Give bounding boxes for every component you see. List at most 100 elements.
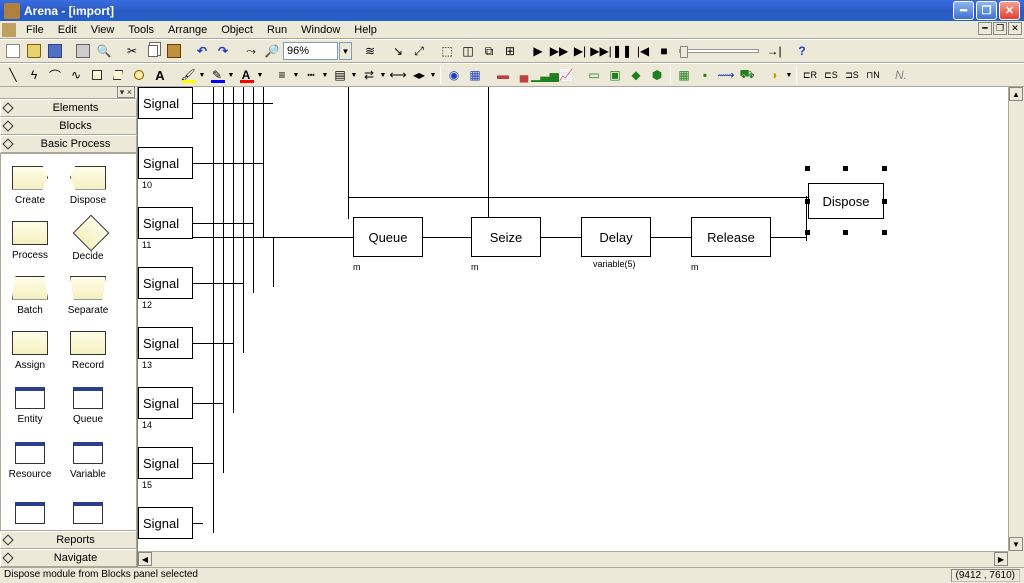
signal-block[interactable]: Signal xyxy=(138,387,193,419)
animate-clock-icon[interactable]: ◉ xyxy=(444,65,464,85)
menu-arrange[interactable]: Arrange xyxy=(161,21,214,38)
minimize-button[interactable]: ━ xyxy=(953,1,974,20)
animate-queue-icon[interactable]: ▭ xyxy=(584,65,604,85)
menu-window[interactable]: Window xyxy=(294,21,347,38)
new-button[interactable] xyxy=(3,41,23,61)
module-decide[interactable]: Decide xyxy=(59,213,117,268)
zoom-input[interactable]: 96% xyxy=(283,42,338,60)
align-r-button[interactable]: ⊐S xyxy=(842,65,862,85)
menu-help[interactable]: Help xyxy=(347,21,384,38)
animate-date-icon[interactable]: ▦ xyxy=(465,65,485,85)
scroll-up-button[interactable]: ▲ xyxy=(1009,87,1023,101)
signal-block[interactable]: Signal xyxy=(138,87,193,119)
arrow-style-button[interactable]: ⇄▼ xyxy=(359,65,387,85)
arc-tool[interactable]: ⌒ xyxy=(45,65,65,85)
step-button[interactable]: ▶| xyxy=(570,41,590,61)
animate-hist-icon[interactable]: ▁▃▅ xyxy=(535,65,555,85)
animate-plot-icon[interactable]: 📈 xyxy=(556,65,576,85)
menu-tools[interactable]: Tools xyxy=(121,21,161,38)
print-preview-button[interactable]: 🔍 xyxy=(94,41,114,61)
signal-block[interactable]: Signal xyxy=(138,147,193,179)
box-tool[interactable] xyxy=(87,65,107,85)
text-tool[interactable]: A xyxy=(150,65,170,85)
copy-button[interactable] xyxy=(143,41,163,61)
mdi-restore-button[interactable]: ❐ xyxy=(993,22,1007,35)
polygon-tool[interactable] xyxy=(108,65,128,85)
pause-button[interactable]: ❚❚ xyxy=(612,41,632,61)
module-extra1[interactable] xyxy=(1,488,59,531)
module-queue[interactable]: Queue xyxy=(59,378,117,433)
mdi-close-button[interactable]: ✕ xyxy=(1008,22,1022,35)
link-button[interactable]: ⧉ xyxy=(479,41,499,61)
menu-object[interactable]: Object xyxy=(214,21,260,38)
scroll-left-button[interactable]: ◀ xyxy=(138,552,152,566)
module-entity[interactable]: Entity xyxy=(1,378,59,433)
menu-view[interactable]: View xyxy=(84,21,122,38)
maximize-button[interactable]: ❐ xyxy=(976,1,997,20)
goto-button[interactable]: →| xyxy=(764,41,784,61)
module-assign[interactable]: Assign xyxy=(1,323,59,378)
module-extra2[interactable] xyxy=(59,488,117,531)
module-resource[interactable]: Resource xyxy=(1,433,59,488)
ellipse-tool[interactable] xyxy=(129,65,149,85)
animate-seize-icon[interactable]: ◆ xyxy=(626,65,646,85)
model-canvas[interactable]: Signal Signal 10 Signal 11 Signal 12 Sig… xyxy=(138,87,1008,551)
signal-block[interactable]: Signal xyxy=(138,207,193,239)
polyline-tool[interactable]: ϟ xyxy=(24,65,44,85)
queue-block[interactable]: Queue xyxy=(353,217,423,257)
module-record[interactable]: Record xyxy=(59,323,117,378)
projectbar-close-button[interactable]: ▾ × xyxy=(117,86,135,98)
line-style-button[interactable]: ┅▼ xyxy=(301,65,329,85)
vertical-scrollbar[interactable]: ▲ ▼ xyxy=(1008,87,1024,551)
connect-button[interactable]: ⤳ xyxy=(241,41,261,61)
undo-button[interactable]: ↶ xyxy=(192,41,212,61)
paste-button[interactable] xyxy=(164,41,184,61)
animate-route-icon[interactable]: ⟿ xyxy=(716,65,736,85)
layers-button[interactable]: ≋ xyxy=(360,41,380,61)
line-color-button[interactable]: ✎▼ xyxy=(207,65,235,85)
line-tool[interactable]: ╲ xyxy=(3,65,23,85)
align-c-button[interactable]: ⊏S xyxy=(821,65,841,85)
animate-var-icon[interactable]: ▬ xyxy=(493,65,513,85)
module-create[interactable]: Create xyxy=(1,158,59,213)
module-button[interactable]: N. xyxy=(891,65,911,85)
animate-station-icon[interactable]: ▪ xyxy=(695,65,715,85)
end-button[interactable]: ▶▶| xyxy=(591,41,611,61)
snap-button[interactable]: ↘ xyxy=(388,41,408,61)
bezier-tool[interactable]: ∿ xyxy=(66,65,86,85)
align-t-button[interactable]: ⊓N xyxy=(863,65,883,85)
zoom-icon[interactable]: 🔎 xyxy=(262,41,282,61)
help-button[interactable]: ? xyxy=(792,41,812,61)
align-l-button[interactable]: ⊏R xyxy=(800,65,820,85)
mdi-minimize-button[interactable]: ━ xyxy=(978,22,992,35)
text-color-button[interactable]: A▼ xyxy=(236,65,264,85)
grid-button[interactable]: ⤢ xyxy=(409,41,429,61)
module-dispose[interactable]: Dispose xyxy=(59,158,117,213)
animate-trans-icon[interactable]: ⛟ xyxy=(737,65,757,85)
play-button[interactable]: ▶ xyxy=(528,41,548,61)
menu-file[interactable]: File xyxy=(19,21,51,38)
panel-navigate[interactable]: Navigate xyxy=(0,549,137,567)
fast-forward-button[interactable]: ▶▶ xyxy=(549,41,569,61)
cut-button[interactable]: ✂ xyxy=(122,41,142,61)
panel-elements[interactable]: Elements xyxy=(0,99,137,117)
animate-global-icon[interactable]: ⬢ xyxy=(647,65,667,85)
module-batch[interactable]: Batch xyxy=(1,268,59,323)
zoom-dropdown-button[interactable]: ▼ xyxy=(339,42,352,60)
animate-resource-icon[interactable]: ▦ xyxy=(674,65,694,85)
panel-basic-process[interactable]: Basic Process xyxy=(0,135,137,153)
entity-pic-button[interactable]: ◗▼ xyxy=(765,65,793,85)
signal-block[interactable]: Signal xyxy=(138,267,193,299)
fill-color-button[interactable]: 🖌▼ xyxy=(178,65,206,85)
signal-block[interactable]: Signal xyxy=(138,507,193,539)
view-button[interactable]: ⊞ xyxy=(500,41,520,61)
release-block[interactable]: Release xyxy=(691,217,771,257)
open-button[interactable] xyxy=(24,41,44,61)
close-button[interactable]: ✕ xyxy=(999,1,1020,20)
line-weight-button[interactable]: ≡▼ xyxy=(272,65,300,85)
horizontal-scrollbar[interactable]: ◀ ▶ xyxy=(138,551,1008,567)
signal-block[interactable]: Signal xyxy=(138,327,193,359)
scroll-down-button[interactable]: ▼ xyxy=(1009,537,1023,551)
signal-block[interactable]: Signal xyxy=(138,447,193,479)
panel-blocks[interactable]: Blocks xyxy=(0,117,137,135)
